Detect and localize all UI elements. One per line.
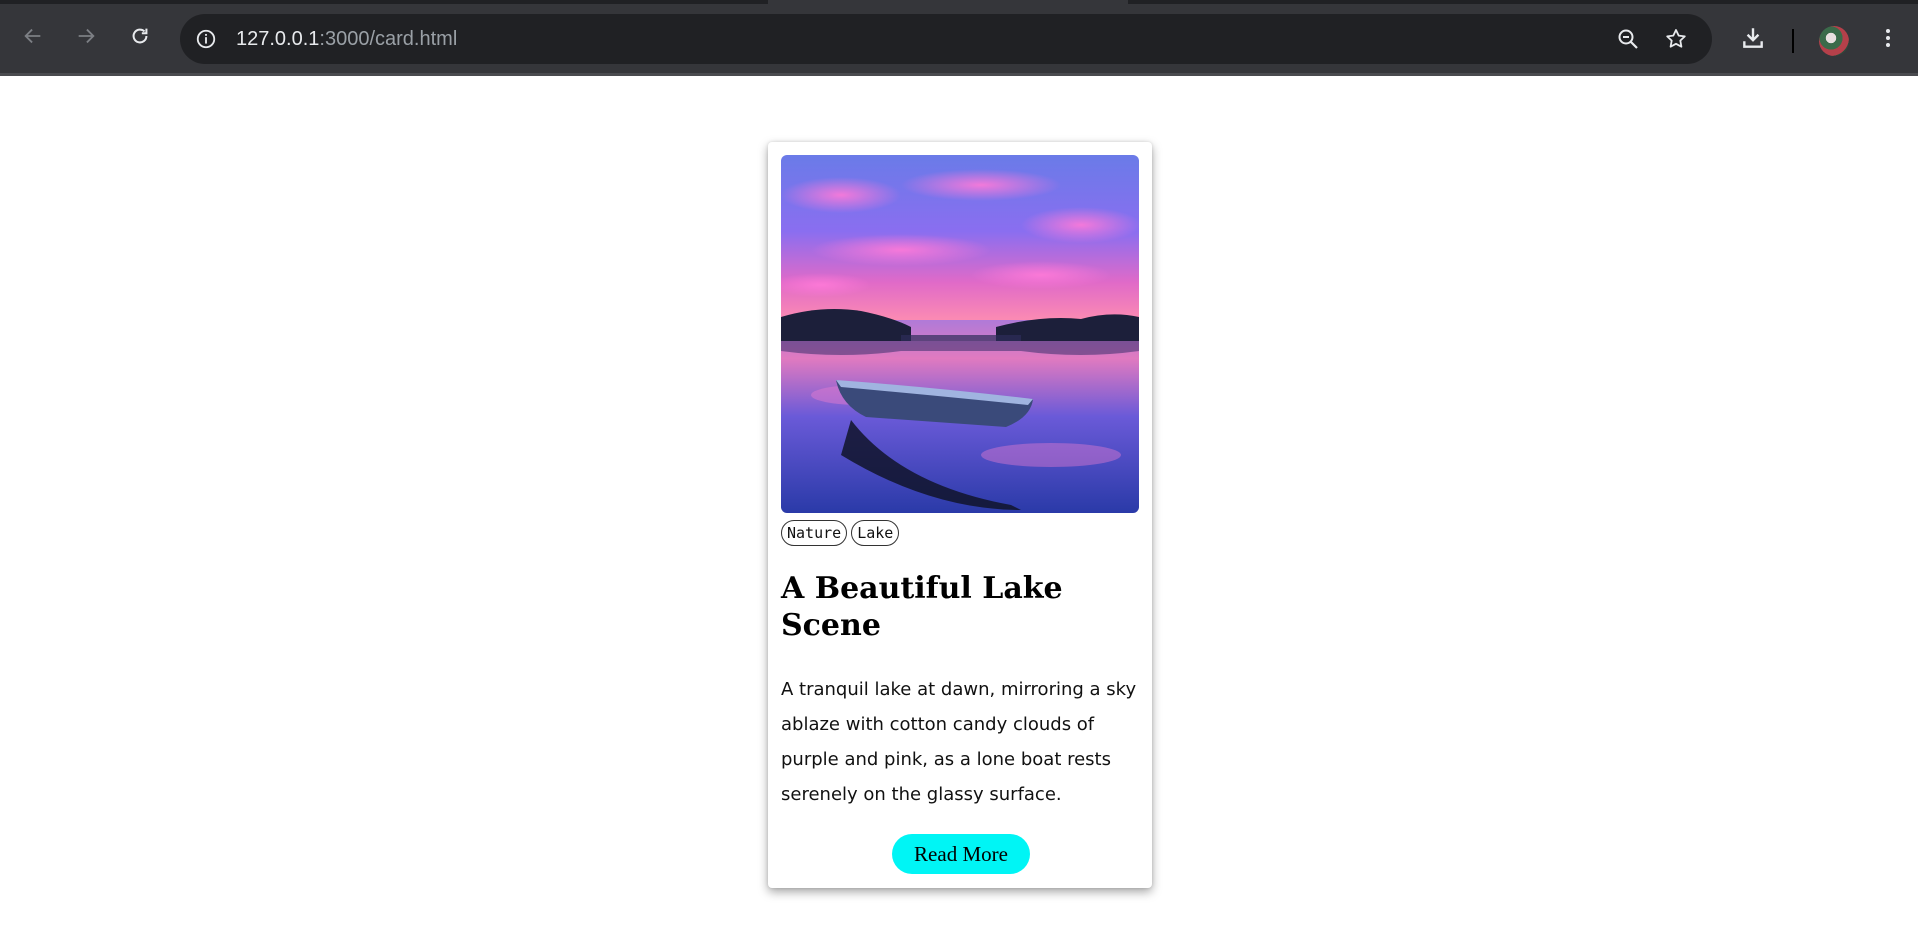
lake-scene-image (781, 155, 1139, 513)
tag-nature[interactable]: Nature (781, 520, 848, 546)
tag-list: Nature Lake (781, 520, 900, 546)
tag-lake[interactable]: Lake (851, 520, 900, 546)
forward-button[interactable] (70, 22, 102, 54)
back-button[interactable] (17, 22, 49, 54)
url-path: :3000/card.html (319, 28, 458, 50)
kebab-menu-icon[interactable] (1872, 22, 1904, 54)
reload-icon (129, 25, 151, 51)
profile-avatar[interactable] (1819, 26, 1849, 56)
star-icon[interactable] (1662, 25, 1690, 53)
browser-chrome: 127.0.0.1:3000/card.html (0, 0, 1918, 76)
address-bar[interactable]: 127.0.0.1:3000/card.html (180, 14, 1712, 64)
card-description: A tranquil lake at dawn, mirroring a sky… (781, 679, 1137, 805)
url-text[interactable]: 127.0.0.1:3000/card.html (236, 27, 457, 51)
read-more-button[interactable]: Read More (892, 834, 1030, 874)
url-host: 127.0.0.1 (236, 28, 320, 50)
zoom-out-icon[interactable] (1614, 25, 1642, 53)
arrow-left-icon (22, 25, 44, 51)
download-icon[interactable] (1737, 22, 1769, 54)
reload-button[interactable] (124, 22, 156, 54)
info-icon[interactable] (194, 27, 218, 51)
toolbar-divider (1792, 29, 1794, 53)
article-card: Nature Lake A Beautiful Lake Scene A tra… (768, 142, 1152, 888)
card-title: A Beautiful Lake Scene (781, 571, 1063, 643)
browser-toolbar: 127.0.0.1:3000/card.html (0, 4, 1918, 76)
arrow-right-icon (75, 25, 97, 51)
